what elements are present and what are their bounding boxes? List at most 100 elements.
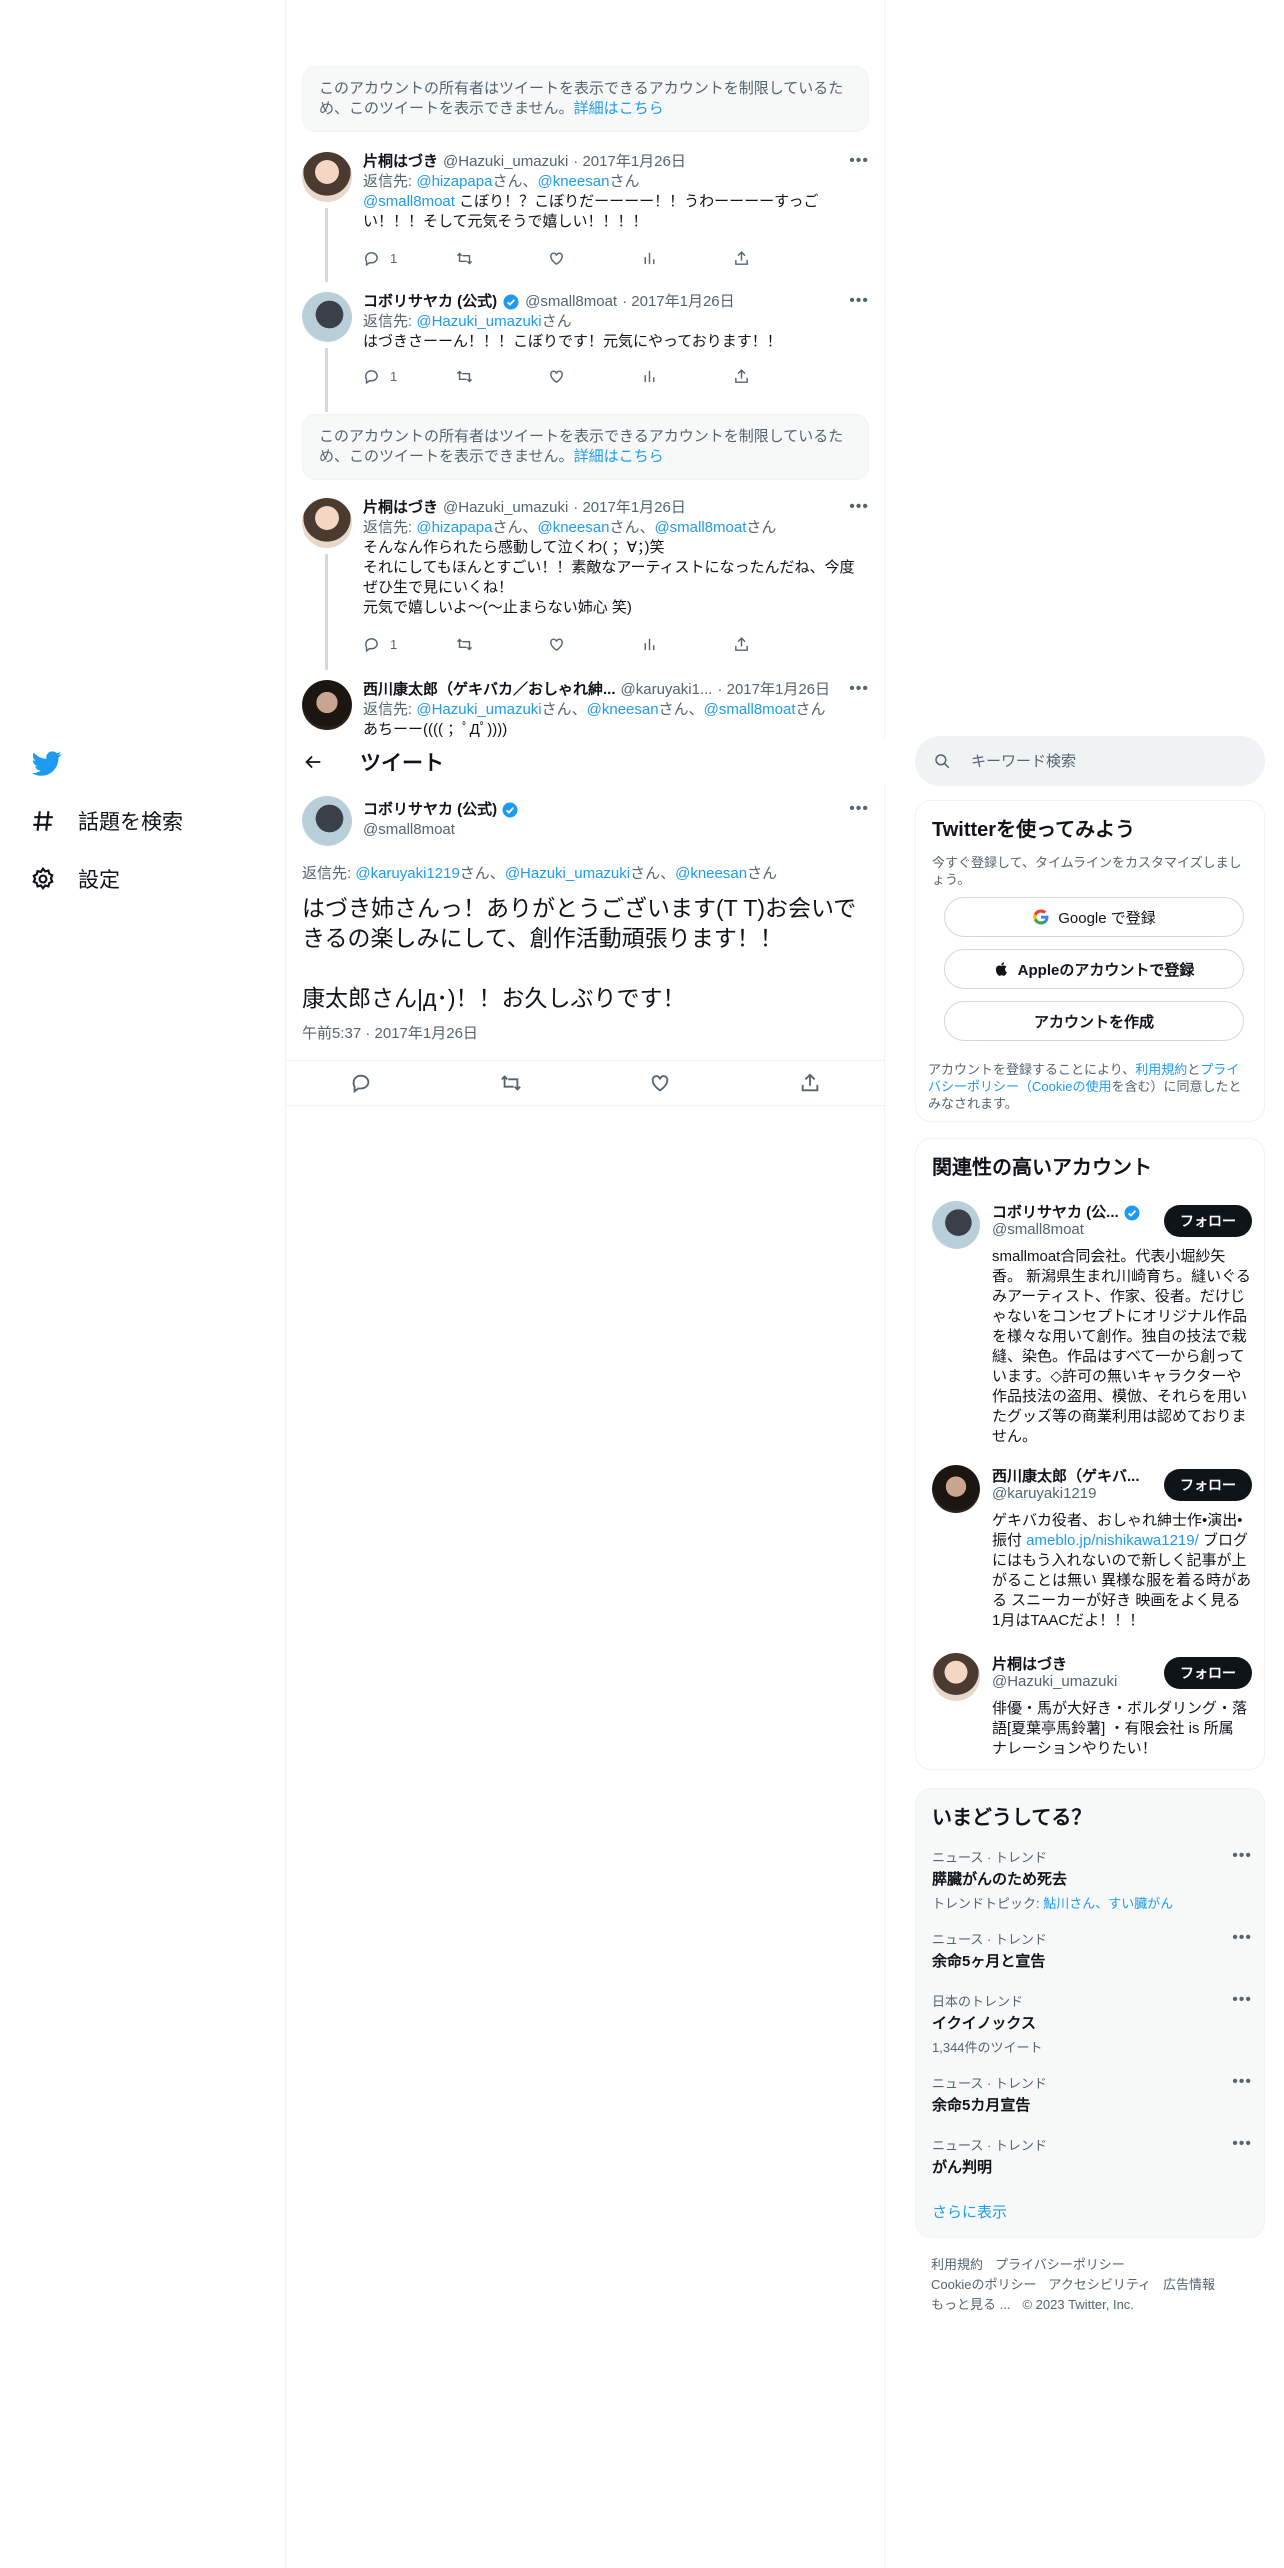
footer-ads-link[interactable]: 広告情報 [1163,2277,1215,2292]
more-options-icon[interactable]: ••• [849,680,869,698]
like-button[interactable] [548,368,608,385]
account-name[interactable]: コボリサヤカ (公... [992,1201,1142,1222]
learn-more-link[interactable]: 詳細はこちら [574,448,664,465]
learn-more-link[interactable]: 詳細はこちら [574,100,664,117]
reply-tweet[interactable]: 西川康太郎（ゲキバカ／おしゃれ紳... @karuyaki1... · 2017… [302,680,869,740]
reply-button[interactable]: 1 [363,636,423,653]
mention-link[interactable]: @small8moat [363,193,455,210]
mention-link[interactable]: @small8moat [704,701,796,718]
avatar[interactable] [932,1653,980,1701]
account-item[interactable]: 西川康太郎（ゲキバ... @karuyaki1219 フォロー ゲキバカ役者、お… [932,1465,1252,1635]
analytics-button[interactable] [641,368,701,385]
follow-button[interactable]: フォロー [1164,1657,1252,1689]
reply-icon[interactable] [350,1072,372,1094]
author-name[interactable]: 片桐はづき [363,152,438,172]
more-options-icon[interactable]: ••• [849,152,869,170]
avatar[interactable] [302,292,352,342]
more-options-icon[interactable]: ••• [849,292,869,310]
reply-tweet[interactable]: 片桐はづき @Hazuki_umazuki · 2017年1月26日 返信先: … [302,498,869,670]
mention-link[interactable]: @karuyaki1219 [355,865,459,882]
share-button[interactable] [733,368,793,385]
like-button[interactable] [548,250,608,267]
mention-link[interactable]: @kneesan [537,519,609,536]
tweet-date[interactable]: · 2017年1月26日 [717,680,830,700]
author-handle[interactable]: @karuyaki1... [621,680,713,700]
account-handle[interactable]: @karuyaki1219 [992,1485,1096,1502]
trend-item[interactable]: ニュース · トレンド 余命5ヶ月と宣告 ••• [932,1929,1252,1971]
share-button[interactable] [733,636,793,653]
mention-link[interactable]: @hizapapa [416,519,492,536]
tweet-date[interactable]: · 2017年1月26日 [573,498,686,518]
account-handle[interactable]: @Hazuki_umazuki [992,1673,1117,1690]
show-more-link[interactable]: さらに表示 [932,2201,1007,2222]
share-icon[interactable] [799,1072,821,1094]
more-options-icon[interactable]: ••• [1232,2135,1252,2153]
retweet-icon[interactable] [500,1072,522,1094]
retweet-button[interactable] [456,636,516,653]
create-account-button[interactable]: アカウントを作成 [944,1001,1244,1041]
twitter-logo-icon[interactable] [30,748,64,778]
author-handle[interactable]: @small8moat [363,820,519,840]
trend-item[interactable]: ニュース · トレンド 膵臓がんのため死去 トレンドトピック: 鮎川さん、すい臓… [932,1847,1252,1912]
mention-link[interactable]: @kneesan [537,173,609,190]
author-name[interactable]: コボリサヤカ (公式) [363,801,497,818]
cookie-link[interactable]: （Cookieの使用 [1019,1079,1111,1094]
bio-link[interactable]: ameblo.jp/nishikawa1219/ [1026,1532,1199,1549]
mention-link[interactable]: @kneesan [675,865,747,882]
analytics-button[interactable] [641,250,701,267]
follow-button[interactable]: フォロー [1164,1205,1252,1237]
more-options-icon[interactable]: ••• [1232,1929,1252,1947]
more-options-icon[interactable]: ••• [1232,1847,1252,1865]
mention-link[interactable]: @kneesan [587,701,659,718]
more-options-icon[interactable]: ••• [1232,1991,1252,2009]
account-item[interactable]: 片桐はづき @Hazuki_umazuki フォロー 俳優・馬が大好き・ボルダリ… [932,1653,1252,1757]
avatar[interactable] [302,152,352,202]
avatar[interactable] [302,680,352,730]
mention-link[interactable]: @hizapapa [416,173,492,190]
reply-button[interactable]: 1 [363,250,423,267]
avatar[interactable] [932,1201,980,1249]
mention-link[interactable]: @small8moat [654,519,746,536]
share-button[interactable] [733,250,793,267]
footer-cookie-link[interactable]: Cookieのポリシー [931,2277,1036,2292]
search-input[interactable] [971,752,1251,770]
follow-button[interactable]: フォロー [1164,1469,1252,1501]
analytics-button[interactable] [641,636,701,653]
author-handle[interactable]: @small8moat [525,292,617,312]
reply-tweet[interactable]: コボリサヤカ (公式) @small8moat · 2017年1月26日 返信先… [302,292,869,412]
reply-button[interactable]: 1 [363,368,423,385]
footer-terms-link[interactable]: 利用規約 [931,2257,983,2272]
avatar[interactable] [932,1465,980,1513]
tweet-date[interactable]: · 2017年1月26日 [622,292,735,312]
tweet-timestamp[interactable]: 午前5:37 · 2017年1月26日 [302,1022,478,1043]
reply-tweet[interactable]: 片桐はづき @Hazuki_umazuki · 2017年1月26日 返信先: … [302,152,869,282]
author-name[interactable]: 西川康太郎（ゲキバカ／おしゃれ紳... [363,680,616,700]
footer-accessibility-link[interactable]: アクセシビリティ [1048,2277,1151,2292]
account-name[interactable]: 西川康太郎（ゲキバ... [992,1465,1142,1486]
more-options-icon[interactable]: ••• [849,498,869,516]
heart-icon[interactable] [649,1072,671,1094]
trend-topic-link[interactable]: 鮎川さん、すい臓がん [1043,1896,1173,1911]
tweet-date[interactable]: · 2017年1月26日 [573,152,686,172]
trend-item[interactable]: 日本のトレンド イクイノックス 1,344件のツイート ••• [932,1991,1252,2056]
avatar[interactable] [302,796,352,846]
author-handle[interactable]: @Hazuki_umazuki [443,152,568,172]
retweet-button[interactable] [456,368,516,385]
more-options-icon[interactable]: ••• [1232,2073,1252,2091]
trend-item[interactable]: ニュース · トレンド 余命5カ月宣告 ••• [932,2073,1252,2115]
author-handle[interactable]: @Hazuki_umazuki [443,498,568,518]
more-options-icon[interactable]: ••• [849,800,869,818]
account-name[interactable]: 片桐はづき [992,1653,1142,1674]
author-name[interactable]: 片桐はづき [363,498,438,518]
back-arrow-icon[interactable] [302,751,324,773]
nav-settings[interactable]: 設定 [30,864,120,894]
account-item[interactable]: コボリサヤカ (公... @small8moat フォロー smallmoat合… [932,1201,1252,1461]
trend-item[interactable]: ニュース · トレンド がん判明 ••• [932,2135,1252,2177]
search-box[interactable] [915,736,1265,786]
nav-explore[interactable]: 話題を検索 [30,806,183,836]
account-handle[interactable]: @small8moat [992,1221,1084,1238]
terms-link[interactable]: 利用規約 [1135,1062,1187,1077]
avatar[interactable] [302,498,352,548]
like-button[interactable] [548,636,608,653]
apple-signup-button[interactable]: Appleのアカウントで登録 [944,949,1244,989]
